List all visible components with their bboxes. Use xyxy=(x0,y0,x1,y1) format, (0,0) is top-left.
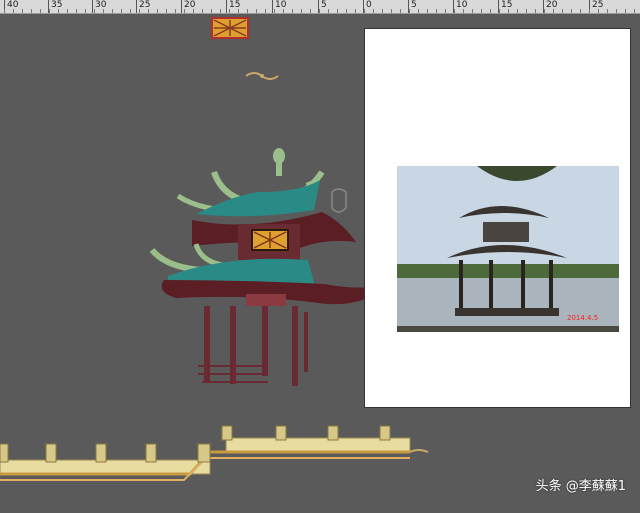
ruler-minor-tick xyxy=(265,9,266,13)
ruler-label: 10 xyxy=(275,0,287,10)
ruler-label: 5 xyxy=(411,0,417,10)
ruler-minor-tick xyxy=(220,9,221,13)
ruler-minor-tick xyxy=(202,9,203,13)
ruler-minor-tick xyxy=(319,9,320,13)
ornament-asset[interactable] xyxy=(245,72,279,80)
ruler-minor-tick xyxy=(589,9,590,13)
ruler-minor-tick xyxy=(418,9,419,13)
watermark: 头条 @李蘇蘇1 xyxy=(536,475,626,494)
ruler-minor-tick xyxy=(454,9,455,13)
ruler-minor-tick xyxy=(463,9,464,13)
balustrade-illustration[interactable] xyxy=(0,425,429,481)
ruler-minor-tick xyxy=(346,9,347,13)
ruler-minor-tick xyxy=(580,9,581,13)
ruler-minor-tick xyxy=(67,9,68,13)
ruler-minor-tick xyxy=(175,9,176,13)
ruler-minor-tick xyxy=(85,9,86,13)
ruler-label: 20 xyxy=(546,0,558,10)
ruler-minor-tick xyxy=(184,9,185,13)
ruler-minor-tick xyxy=(31,9,32,13)
ruler-minor-tick xyxy=(634,9,635,13)
reference-photo[interactable]: 2014.4.5 xyxy=(397,166,619,332)
ruler-label: 0 xyxy=(366,0,372,10)
ruler-minor-tick xyxy=(211,9,212,13)
ruler-minor-tick xyxy=(373,9,374,13)
photo-date-stamp: 2014.4.5 xyxy=(567,314,598,322)
ruler-minor-tick xyxy=(112,9,113,13)
ruler-minor-tick xyxy=(337,9,338,13)
ruler-minor-tick xyxy=(157,9,158,13)
ruler-minor-tick xyxy=(121,9,122,13)
canvas-workspace[interactable]: 2014.4.5 头条 @李蘇蘇1 xyxy=(0,14,640,509)
watermark-brand: 头条 xyxy=(535,479,562,494)
ruler-minor-tick xyxy=(139,9,140,13)
ruler-minor-tick xyxy=(526,9,527,13)
ruler-minor-tick xyxy=(553,9,554,13)
ruler-minor-tick xyxy=(193,9,194,13)
ruler-minor-tick xyxy=(310,9,311,13)
ruler-minor-tick xyxy=(355,9,356,13)
pavilion-illustration[interactable] xyxy=(149,148,386,386)
ruler-minor-tick xyxy=(364,9,365,13)
ruler-minor-tick xyxy=(490,9,491,13)
horizontal-ruler[interactable]: 40 35 30 25 20 15 10 5 0 5 10 15 20 25 xyxy=(0,0,640,14)
ruler-minor-tick xyxy=(283,9,284,13)
ruler-minor-tick xyxy=(238,9,239,13)
ruler-minor-tick xyxy=(166,9,167,13)
ruler-minor-tick xyxy=(49,9,50,13)
ruler-label: 15 xyxy=(501,0,513,10)
ruler-minor-tick xyxy=(103,9,104,13)
ruler-minor-tick xyxy=(400,9,401,13)
ruler-minor-tick xyxy=(391,9,392,13)
ruler-minor-tick xyxy=(517,9,518,13)
ruler-minor-tick xyxy=(616,9,617,13)
ruler-minor-tick xyxy=(571,9,572,13)
ruler-minor-tick xyxy=(481,9,482,13)
ruler-minor-tick xyxy=(544,9,545,13)
lattice-window-asset[interactable] xyxy=(211,17,249,39)
ruler-minor-tick xyxy=(247,9,248,13)
ruler-label: 35 xyxy=(51,0,63,10)
ruler-minor-tick xyxy=(382,9,383,13)
ruler-minor-tick xyxy=(436,9,437,13)
ruler-minor-tick xyxy=(274,9,275,13)
ruler-minor-tick xyxy=(328,9,329,13)
ruler-minor-tick xyxy=(625,9,626,13)
ruler-minor-tick xyxy=(445,9,446,13)
ruler-minor-tick xyxy=(508,9,509,13)
ruler-minor-tick xyxy=(40,9,41,13)
ruler-minor-tick xyxy=(130,9,131,13)
ruler-minor-tick xyxy=(499,9,500,13)
ruler-minor-tick xyxy=(58,9,59,13)
ruler-minor-tick xyxy=(76,9,77,13)
ruler-label: 30 xyxy=(95,0,107,10)
ruler-minor-tick xyxy=(598,9,599,13)
ruler-minor-tick xyxy=(409,9,410,13)
ruler-minor-tick xyxy=(148,9,149,13)
ruler-minor-tick xyxy=(4,9,5,13)
ruler-minor-tick xyxy=(472,9,473,13)
ruler-minor-tick xyxy=(427,9,428,13)
ruler-minor-tick xyxy=(94,9,95,13)
artboard-page[interactable]: 2014.4.5 xyxy=(364,28,631,408)
watermark-handle: @李蘇蘇1 xyxy=(565,479,626,494)
ruler-minor-tick xyxy=(301,9,302,13)
ruler-minor-tick xyxy=(535,9,536,13)
ruler-minor-tick xyxy=(13,9,14,13)
ruler-minor-tick xyxy=(292,9,293,13)
ruler-minor-tick xyxy=(229,9,230,13)
ruler-minor-tick xyxy=(22,9,23,13)
ruler-minor-tick xyxy=(256,9,257,13)
ruler-minor-tick xyxy=(562,9,563,13)
ruler-label: 5 xyxy=(321,0,327,10)
ruler-minor-tick xyxy=(607,9,608,13)
ruler-label: 10 xyxy=(456,0,468,10)
